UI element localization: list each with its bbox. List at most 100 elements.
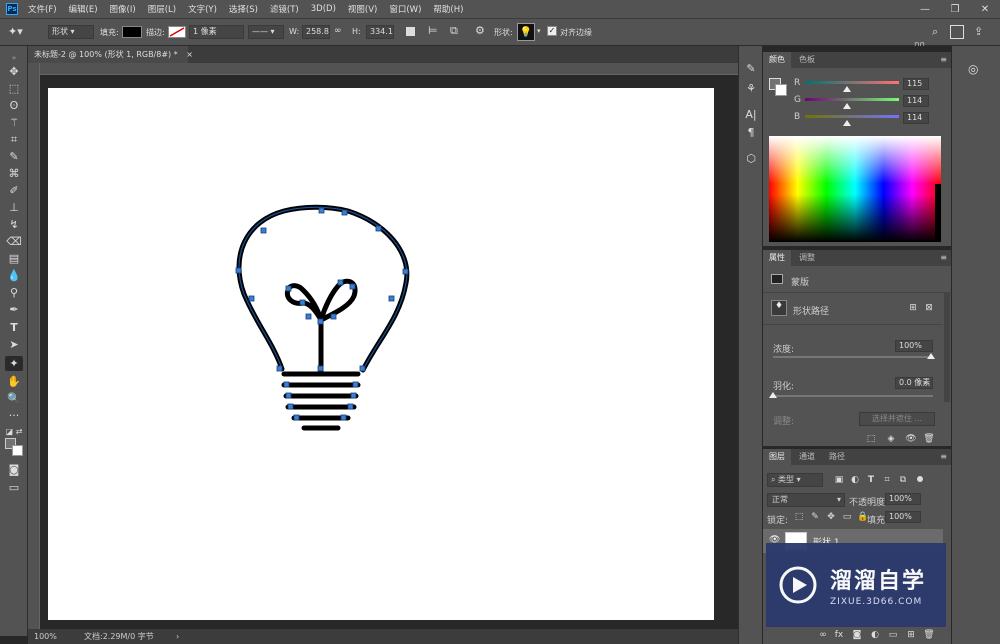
- lock-artboard-icon[interactable]: ▭: [841, 511, 853, 523]
- menu-view[interactable]: 视图(V): [348, 3, 377, 15]
- menu-type[interactable]: 文字(Y): [188, 3, 217, 15]
- new-layer-icon[interactable]: ⊞: [905, 629, 917, 641]
- zoom-tool-icon[interactable]: 🔍: [5, 391, 23, 406]
- b-channel-slider[interactable]: [805, 115, 899, 118]
- character-icon[interactable]: A|: [743, 106, 759, 122]
- path-arrangement-icon[interactable]: ⧉: [450, 24, 458, 38]
- adjustment-layer-icon[interactable]: ◐: [869, 629, 881, 641]
- select-and-mask-button[interactable]: 选择并遮住 ...: [859, 412, 935, 426]
- type-tool-icon[interactable]: T: [5, 320, 23, 335]
- panel-menu-icon[interactable]: ≡: [940, 55, 947, 64]
- more-tools-icon[interactable]: ···: [5, 408, 23, 423]
- stroke-width-field[interactable]: 1 像素: [189, 25, 244, 39]
- background-swatch[interactable]: [775, 84, 787, 96]
- shape-picker-lightbulb-icon[interactable]: 💡: [517, 23, 535, 41]
- b-channel-input[interactable]: 114: [903, 112, 929, 124]
- properties-scrollbar[interactable]: [944, 292, 950, 402]
- menu-file[interactable]: 文件(F): [28, 3, 57, 15]
- delete-mask-icon[interactable]: 🗑: [923, 433, 935, 445]
- b-slider-thumb[interactable]: [843, 120, 851, 126]
- new-group-icon[interactable]: ▭: [887, 629, 899, 641]
- r-channel-input[interactable]: 115: [903, 78, 929, 90]
- filter-type-icon[interactable]: T: [865, 474, 877, 486]
- chevron-right-icon[interactable]: ›: [176, 629, 179, 644]
- custom-shape-tool-preset-icon[interactable]: ✦▾: [8, 25, 36, 39]
- brush-tool-icon[interactable]: ✐: [5, 183, 23, 198]
- feather-input[interactable]: 0.0 像素: [895, 377, 933, 389]
- g-slider-thumb[interactable]: [843, 103, 851, 109]
- brush-settings-icon[interactable]: ✎: [743, 60, 759, 76]
- eraser-tool-icon[interactable]: ⌫: [5, 234, 23, 249]
- spectrum-black-bar[interactable]: [935, 184, 941, 242]
- menu-window[interactable]: 窗口(W): [389, 3, 421, 15]
- close-button[interactable]: ✕: [970, 0, 1000, 18]
- menu-3d[interactable]: 3D(D): [311, 4, 336, 14]
- delete-layer-icon[interactable]: 🗑: [923, 629, 935, 641]
- default-colors-icon[interactable]: ◪ ⇄: [5, 424, 23, 439]
- lasso-tool-icon[interactable]: ʘ: [5, 98, 23, 113]
- chevron-down-icon[interactable]: ▾: [537, 27, 541, 35]
- dodge-tool-icon[interactable]: ⚲: [5, 285, 23, 300]
- hand-tool-icon[interactable]: ✋: [5, 374, 23, 389]
- add-mask-icon[interactable]: ⊞: [907, 302, 919, 314]
- eyedropper-tool-icon[interactable]: ✎: [5, 149, 23, 164]
- close-tab-icon[interactable]: ×: [186, 50, 193, 59]
- tab-layers[interactable]: 图层: [763, 449, 791, 465]
- stroke-type-select[interactable]: —— ▾: [248, 25, 284, 39]
- tab-channels[interactable]: 通道: [793, 449, 821, 465]
- marquee-tool-icon[interactable]: ⬚: [5, 81, 23, 96]
- menu-help[interactable]: 帮助(H): [433, 3, 463, 15]
- move-tool-icon[interactable]: ✥: [5, 64, 23, 79]
- density-input[interactable]: 100%: [895, 340, 933, 352]
- document-tab[interactable]: 未标题-2 @ 100% (形状 1, RGB/8#) * ×: [28, 46, 193, 63]
- collapse-toolbar-icon[interactable]: »: [5, 50, 23, 65]
- density-slider-thumb[interactable]: [927, 353, 935, 359]
- crop-tool-icon[interactable]: ⌗: [5, 132, 23, 147]
- width-input[interactable]: 258.81: [302, 25, 330, 39]
- pen-tool-icon[interactable]: ✒: [5, 302, 23, 317]
- panel-menu-icon[interactable]: ≡: [940, 253, 947, 262]
- tab-adjustments[interactable]: 调整: [793, 250, 821, 266]
- height-input[interactable]: 334.13: [366, 25, 394, 39]
- history-brush-tool-icon[interactable]: ↯: [5, 217, 23, 232]
- search-icon[interactable]: ⌕: [932, 25, 938, 39]
- g-channel-slider[interactable]: [805, 98, 899, 101]
- custom-shape-tool-icon[interactable]: ✦: [5, 356, 23, 371]
- link-layers-icon[interactable]: ∞: [817, 629, 829, 641]
- document-info[interactable]: 文档:2.29M/0 字节: [84, 629, 154, 644]
- lightbulb-shape[interactable]: [48, 88, 714, 620]
- document-canvas[interactable]: [48, 88, 714, 620]
- tool-mode-select[interactable]: 形状 ▾: [48, 25, 94, 39]
- panel-menu-icon[interactable]: ≡: [940, 452, 947, 461]
- blur-tool-icon[interactable]: 💧: [5, 268, 23, 283]
- menu-select[interactable]: 选择(S): [229, 3, 258, 15]
- color-spectrum[interactable]: [769, 136, 941, 242]
- workspace-switcher-icon[interactable]: [950, 25, 964, 39]
- r-channel-slider[interactable]: [805, 81, 899, 84]
- vector-mask-icon[interactable]: ♦: [771, 300, 787, 316]
- layer-filter-select[interactable]: ⌕ 类型 ▾: [767, 473, 823, 487]
- fx-icon[interactable]: fx: [833, 629, 845, 641]
- filter-toggle-icon[interactable]: [917, 476, 923, 482]
- minimize-button[interactable]: —: [910, 0, 940, 18]
- background-color-swatch[interactable]: [12, 445, 23, 456]
- invert-mask-icon[interactable]: ◈: [885, 433, 897, 445]
- stroke-swatch[interactable]: [168, 26, 186, 38]
- path-alignment-icon[interactable]: ⊨: [428, 24, 438, 37]
- filter-shape-icon[interactable]: ⌗: [881, 474, 893, 486]
- menu-filter[interactable]: 滤镜(T): [270, 3, 299, 15]
- tab-properties[interactable]: 属性: [763, 250, 791, 266]
- healing-brush-tool-icon[interactable]: ⌘: [5, 166, 23, 181]
- menu-image[interactable]: 图像(I): [110, 3, 136, 15]
- path-selection-tool-icon[interactable]: ➤: [5, 337, 23, 352]
- brushes-icon[interactable]: ⚘: [743, 80, 759, 96]
- maximize-button[interactable]: ❐: [940, 0, 970, 18]
- menu-edit[interactable]: 编辑(E): [69, 3, 98, 15]
- tab-swatches[interactable]: 色板: [793, 52, 821, 68]
- clone-stamp-tool-icon[interactable]: ⊥: [5, 200, 23, 215]
- path-operations-icon[interactable]: [406, 27, 415, 36]
- blend-mode-select[interactable]: 正常 ▾: [767, 493, 845, 507]
- lock-position-icon[interactable]: ✥: [825, 511, 837, 523]
- fill-input[interactable]: 100%: [885, 511, 921, 523]
- fill-swatch[interactable]: [122, 26, 142, 38]
